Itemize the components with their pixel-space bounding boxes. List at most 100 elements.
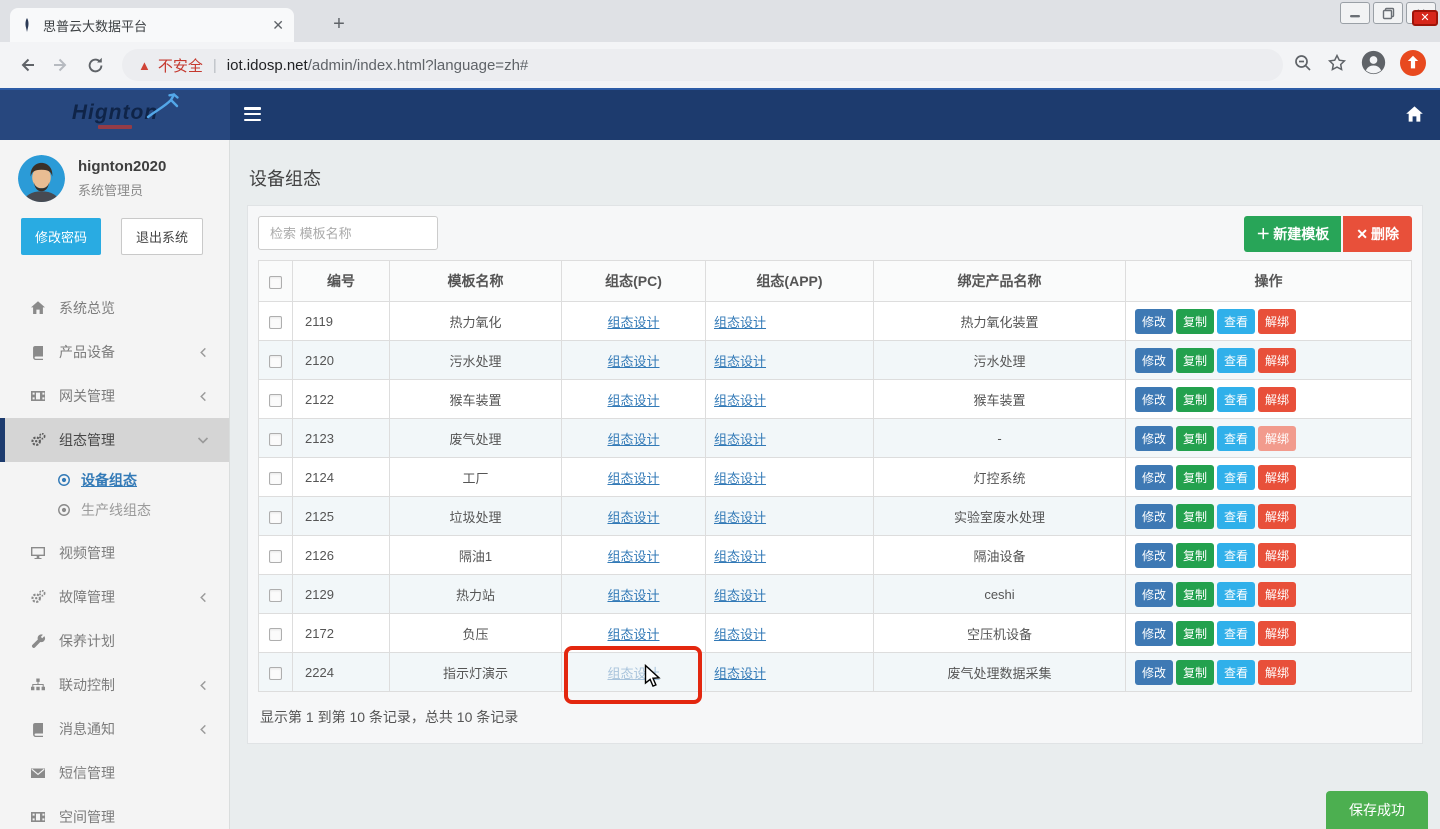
op-copy-button[interactable]: 复制 <box>1176 426 1214 451</box>
op-copy-button[interactable]: 复制 <box>1176 387 1214 412</box>
sidebar-item-linkage-control[interactable]: 联动控制 <box>0 663 229 707</box>
sidebar-item-product-device[interactable]: 产品设备 <box>0 330 229 374</box>
op-edit-button[interactable]: 修改 <box>1135 465 1173 490</box>
op-edit-button[interactable]: 修改 <box>1135 426 1173 451</box>
op-copy-button[interactable]: 复制 <box>1176 504 1214 529</box>
delete-button[interactable]: ✕删除 <box>1343 216 1412 252</box>
browser-update-icon[interactable] <box>1400 50 1426 81</box>
profile-avatar-icon[interactable] <box>1361 50 1386 80</box>
row-checkbox[interactable] <box>269 472 282 485</box>
row-checkbox[interactable] <box>269 394 282 407</box>
sidebar-item-sms-management[interactable]: 短信管理 <box>0 751 229 795</box>
change-password-button[interactable]: 修改密码 <box>21 218 101 255</box>
op-unbind-button[interactable]: 解绑 <box>1258 465 1296 490</box>
back-icon[interactable] <box>10 48 44 82</box>
app-config-link[interactable]: 组态设计 <box>714 588 766 603</box>
op-unbind-button[interactable]: 解绑 <box>1258 504 1296 529</box>
row-checkbox[interactable] <box>269 511 282 524</box>
op-unbind-button[interactable]: 解绑 <box>1258 582 1296 607</box>
app-config-link[interactable]: 组态设计 <box>714 549 766 564</box>
sidebar-item-fault-management[interactable]: 故障管理 <box>0 575 229 619</box>
op-unbind-button[interactable]: 解绑 <box>1258 660 1296 685</box>
refresh-icon[interactable] <box>78 48 112 82</box>
row-checkbox[interactable] <box>269 316 282 329</box>
row-checkbox[interactable] <box>269 355 282 368</box>
row-checkbox[interactable] <box>269 667 282 680</box>
op-copy-button[interactable]: 复制 <box>1176 621 1214 646</box>
sidebar-subitem-device-config[interactable]: 设备组态 <box>0 465 229 495</box>
new-template-button[interactable]: ＋新建模板 <box>1244 216 1341 252</box>
op-view-button[interactable]: 查看 <box>1217 621 1255 646</box>
op-edit-button[interactable]: 修改 <box>1135 543 1173 568</box>
op-copy-button[interactable]: 复制 <box>1176 309 1214 334</box>
op-edit-button[interactable]: 修改 <box>1135 582 1173 607</box>
op-copy-button[interactable]: 复制 <box>1176 465 1214 490</box>
home-icon[interactable] <box>1405 105 1424 124</box>
app-config-link[interactable]: 组态设计 <box>714 510 766 525</box>
op-view-button[interactable]: 查看 <box>1217 465 1255 490</box>
app-config-link[interactable]: 组态设计 <box>714 354 766 369</box>
op-unbind-button[interactable]: 解绑 <box>1258 426 1296 451</box>
select-all-checkbox[interactable] <box>269 276 282 289</box>
op-view-button[interactable]: 查看 <box>1217 348 1255 373</box>
op-unbind-button[interactable]: 解绑 <box>1258 309 1296 334</box>
sidebar-item-maintenance-plan[interactable]: 保养计划 <box>0 619 229 663</box>
new-tab-button[interactable]: + <box>326 11 352 37</box>
url-bar[interactable]: ▲ 不安全 | iot.idosp.net/admin/index.html?l… <box>122 49 1283 81</box>
app-config-link[interactable]: 组态设计 <box>714 315 766 330</box>
pc-config-link[interactable]: 组态设计 <box>607 432 659 447</box>
op-view-button[interactable]: 查看 <box>1217 309 1255 334</box>
sidebar-item-message-notification[interactable]: 消息通知 <box>0 707 229 751</box>
menu-toggle-icon[interactable] <box>244 107 261 121</box>
op-edit-button[interactable]: 修改 <box>1135 309 1173 334</box>
sidebar-subitem-production-line-config[interactable]: 生产线组态 <box>0 495 229 525</box>
window-close-button[interactable]: ✕ ✕ <box>1406 2 1436 24</box>
op-edit-button[interactable]: 修改 <box>1135 504 1173 529</box>
app-config-link[interactable]: 组态设计 <box>714 393 766 408</box>
app-config-link[interactable]: 组态设计 <box>714 666 766 681</box>
pc-config-link[interactable]: 组态设计 <box>607 315 659 330</box>
pc-config-link[interactable]: 组态设计 <box>607 471 659 486</box>
op-copy-button[interactable]: 复制 <box>1176 348 1214 373</box>
app-config-link[interactable]: 组态设计 <box>714 432 766 447</box>
op-view-button[interactable]: 查看 <box>1217 426 1255 451</box>
row-checkbox[interactable] <box>269 628 282 641</box>
forward-icon[interactable] <box>44 48 78 82</box>
window-minimize-button[interactable] <box>1340 2 1370 24</box>
op-view-button[interactable]: 查看 <box>1217 543 1255 568</box>
pc-config-link[interactable]: 组态设计 <box>607 666 659 681</box>
op-edit-button[interactable]: 修改 <box>1135 387 1173 412</box>
row-checkbox[interactable] <box>269 550 282 563</box>
window-restore-button[interactable] <box>1373 2 1403 24</box>
pc-config-link[interactable]: 组态设计 <box>607 354 659 369</box>
sidebar-item-config-management[interactable]: 组态管理 <box>0 418 229 462</box>
app-config-link[interactable]: 组态设计 <box>714 627 766 642</box>
browser-tab[interactable]: 思普云大数据平台 ✕ <box>10 8 294 42</box>
sidebar-item-video-management[interactable]: 视频管理 <box>0 531 229 575</box>
op-unbind-button[interactable]: 解绑 <box>1258 387 1296 412</box>
op-edit-button[interactable]: 修改 <box>1135 348 1173 373</box>
app-config-link[interactable]: 组态设计 <box>714 471 766 486</box>
sidebar-item-gateway-management[interactable]: 网关管理 <box>0 374 229 418</box>
pc-config-link[interactable]: 组态设计 <box>607 549 659 564</box>
search-input[interactable] <box>258 216 438 250</box>
logout-button[interactable]: 退出系统 <box>121 218 203 255</box>
op-unbind-button[interactable]: 解绑 <box>1258 621 1296 646</box>
op-view-button[interactable]: 查看 <box>1217 660 1255 685</box>
op-copy-button[interactable]: 复制 <box>1176 543 1214 568</box>
tab-close-icon[interactable]: ✕ <box>272 17 284 34</box>
row-checkbox[interactable] <box>269 433 282 446</box>
zoom-out-icon[interactable] <box>1293 53 1313 78</box>
row-checkbox[interactable] <box>269 589 282 602</box>
pc-config-link[interactable]: 组态设计 <box>607 510 659 525</box>
pc-config-link[interactable]: 组态设计 <box>607 393 659 408</box>
op-view-button[interactable]: 查看 <box>1217 387 1255 412</box>
op-edit-button[interactable]: 修改 <box>1135 621 1173 646</box>
op-unbind-button[interactable]: 解绑 <box>1258 348 1296 373</box>
sidebar-item-space-management[interactable]: 空间管理 <box>0 795 229 829</box>
pc-config-link[interactable]: 组态设计 <box>607 627 659 642</box>
op-unbind-button[interactable]: 解绑 <box>1258 543 1296 568</box>
pc-config-link[interactable]: 组态设计 <box>607 588 659 603</box>
sidebar-item-system-overview[interactable]: 系统总览 <box>0 286 229 330</box>
op-edit-button[interactable]: 修改 <box>1135 660 1173 685</box>
